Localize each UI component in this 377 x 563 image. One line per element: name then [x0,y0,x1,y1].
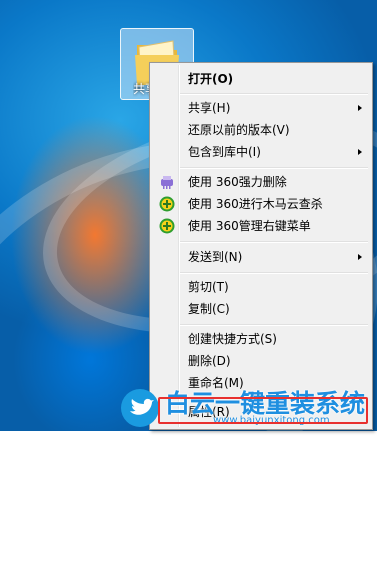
menu-item-label: 发送到(N) [188,250,243,264]
menu-item-open[interactable]: 打开(O) [152,68,370,90]
menu-item-share[interactable]: 共享(H) [152,97,370,119]
menu-item-360-manage-context-menu[interactable]: 使用 360管理右键菜单 [152,215,370,237]
360-plus-icon [159,196,175,212]
menu-item-create-shortcut[interactable]: 创建快捷方式(S) [152,328,370,350]
submenu-arrow-icon [358,149,362,155]
menu-item-label: 使用 360强力删除 [188,175,287,189]
menu-item-label: 还原以前的版本(V) [188,123,290,137]
menu-item-delete[interactable]: 删除(D) [152,350,370,372]
menu-separator [180,241,368,243]
shredder-icon [161,176,173,189]
menu-item-label: 打开(O) [188,72,234,86]
menu-item-send-to[interactable]: 发送到(N) [152,246,370,268]
menu-item-360-trojan-scan[interactable]: 使用 360进行木马云查杀 [152,193,370,215]
menu-separator [180,167,368,169]
menu-item-360-force-delete[interactable]: 使用 360强力删除 [152,171,370,193]
context-menu: 打开(O) 共享(H) 还原以前的版本(V) 包含到库中(I) 使用 360强力… [149,62,373,430]
360-plus-icon [159,218,175,234]
submenu-arrow-icon [358,105,362,111]
submenu-arrow-icon [358,254,362,260]
menu-item-label: 剪切(T) [188,280,229,294]
menu-item-restore-versions[interactable]: 还原以前的版本(V) [152,119,370,141]
menu-separator [180,324,368,326]
menu-item-copy[interactable]: 复制(C) [152,298,370,320]
menu-item-include-in-library[interactable]: 包含到库中(I) [152,141,370,163]
bird-logo-icon [121,389,159,427]
menu-item-label: 复制(C) [188,302,230,316]
menu-item-label: 使用 360管理右键菜单 [188,219,311,233]
menu-item-label: 包含到库中(I) [188,145,261,159]
menu-item-cut[interactable]: 剪切(T) [152,276,370,298]
properties-highlight-box [158,397,368,424]
menu-item-label: 删除(D) [188,354,231,368]
menu-separator [180,93,368,95]
menu-item-label: 使用 360进行木马云查杀 [188,197,323,211]
menu-item-label: 共享(H) [188,101,231,115]
menu-separator [180,272,368,274]
menu-item-label: 创建快捷方式(S) [188,332,277,346]
